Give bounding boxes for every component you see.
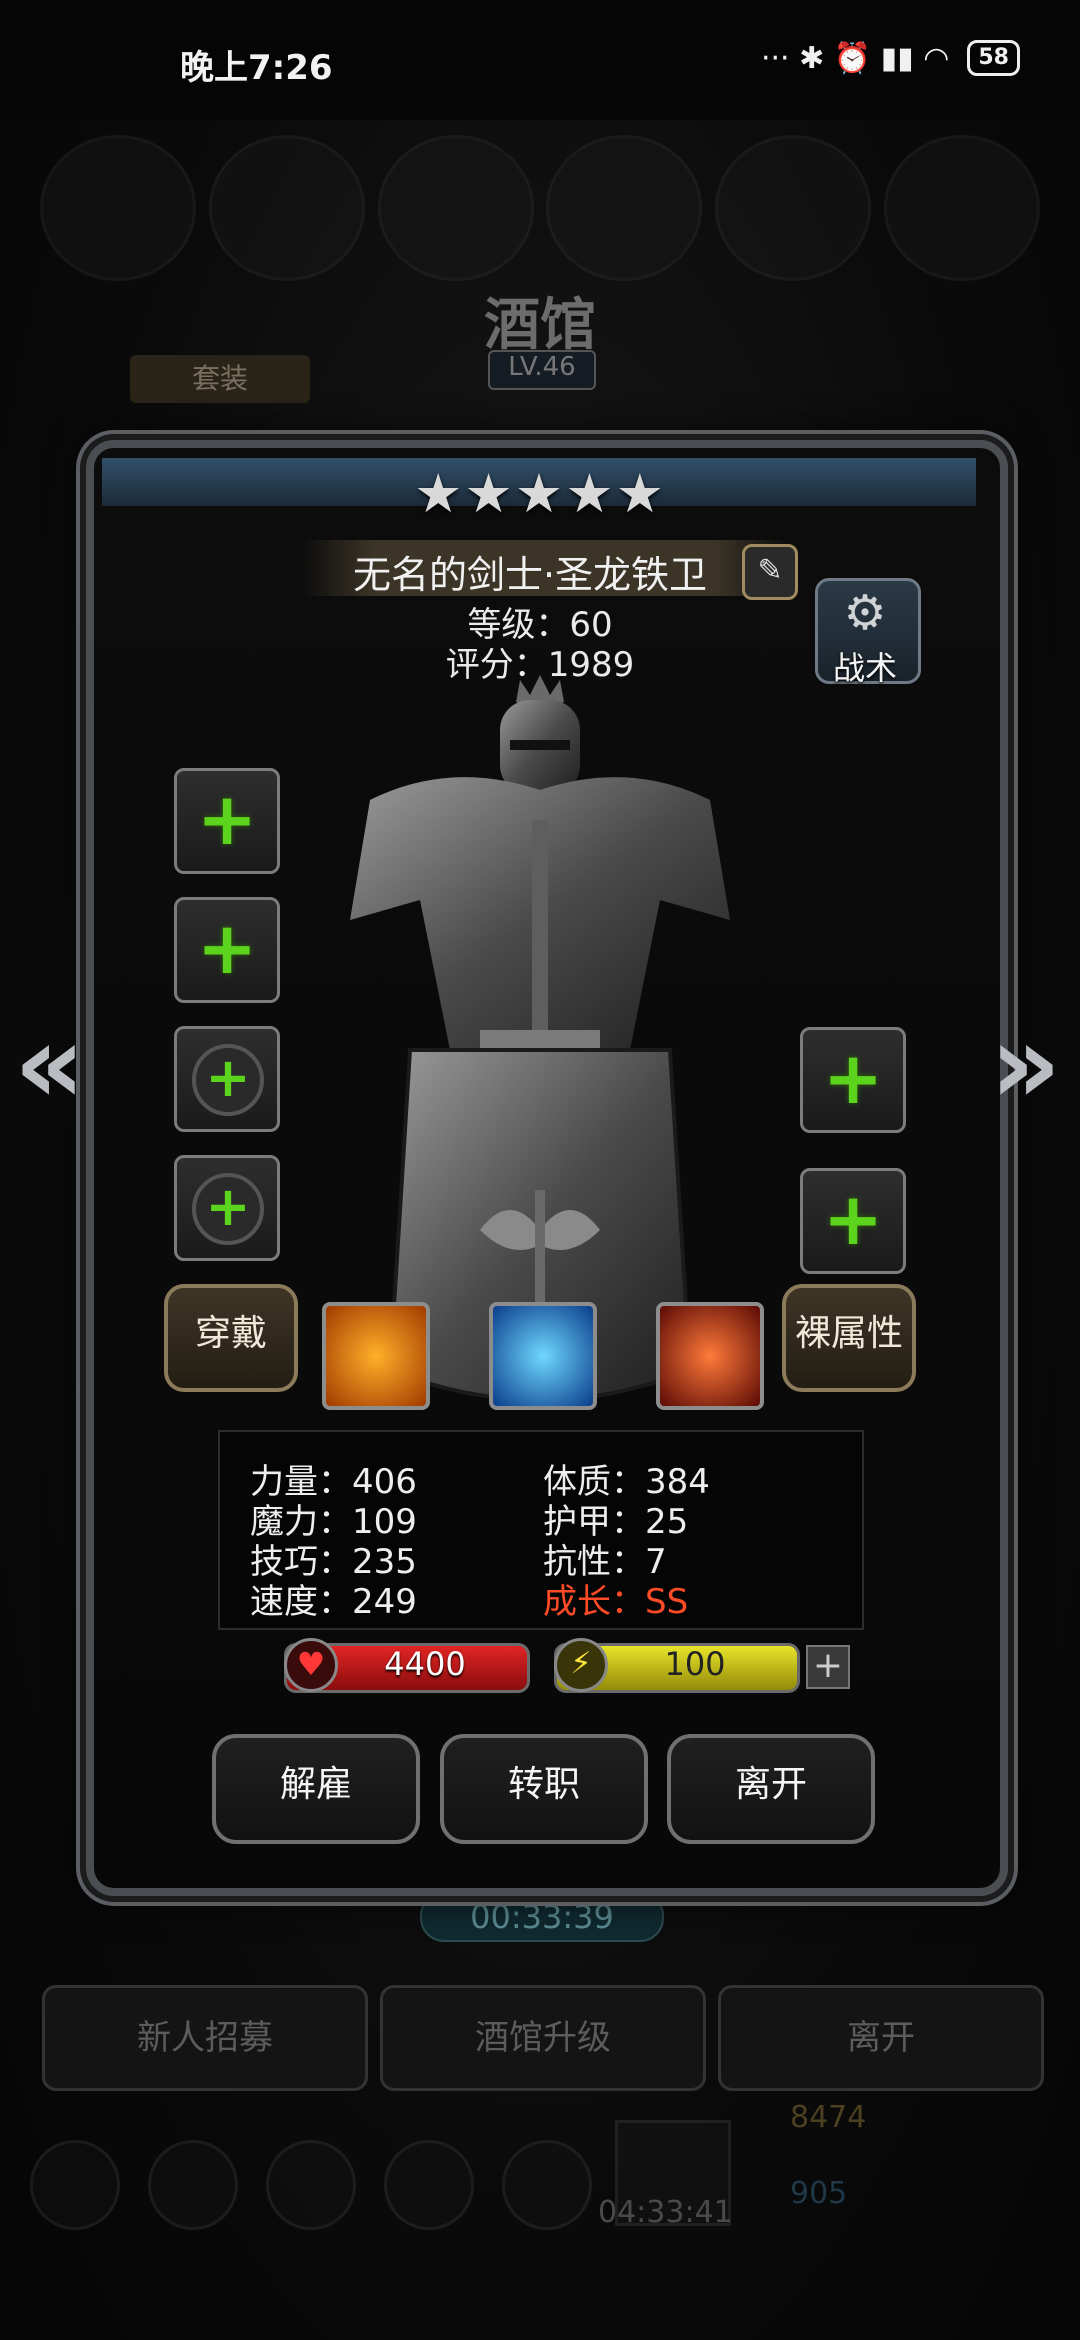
edit-icon[interactable]: ✎ — [742, 544, 798, 600]
tavern-timer: 00:33:39 — [420, 1892, 664, 1942]
plus-icon: + — [196, 777, 258, 861]
dismiss-button[interactable]: 解雇 — [212, 1734, 420, 1844]
gear-icon: ⚙ — [843, 585, 887, 641]
gold-amount: 8474 — [790, 2100, 867, 2135]
portrait-slot — [715, 135, 872, 281]
plus-icon: + — [822, 1177, 884, 1261]
nav-icon — [384, 2140, 474, 2230]
leave-tavern-button: 离开 — [718, 1985, 1044, 2091]
bottom-nav-icons — [30, 2140, 650, 2240]
status-time: 晚上7:26 — [180, 48, 333, 88]
battery-indicator: 58 — [967, 40, 1020, 76]
eye-skill-icon[interactable] — [489, 1302, 597, 1410]
energy-value: 100 — [664, 1645, 726, 1683]
armor-slot[interactable]: + — [174, 897, 280, 1003]
nav-icon — [30, 2140, 120, 2230]
status-icons: ··· ✱ ⏰ ▮▮ ◠ 58 — [761, 40, 1020, 76]
nav-icon — [502, 2140, 592, 2230]
upgrade-tavern-button: 酒馆升级 — [380, 1985, 706, 2091]
weapon-slot[interactable]: + — [174, 768, 280, 874]
leave-button[interactable]: 离开 — [667, 1734, 875, 1844]
portrait-slot — [40, 135, 196, 281]
tactics-label: 战术 — [832, 649, 897, 687]
portrait-slot — [377, 135, 534, 281]
stat-growth: 成长：SS — [543, 1582, 689, 1622]
portrait-slot — [546, 135, 703, 281]
hero-name: 无名的剑士·圣龙铁卫 — [352, 553, 708, 597]
plus-icon: + — [196, 906, 258, 990]
chest-timer: 04:33:41 — [598, 2195, 733, 2230]
nav-icon — [266, 2140, 356, 2230]
tavern-title: 酒馆 — [484, 293, 596, 358]
naked-attributes-button[interactable]: 裸属性 — [782, 1284, 916, 1392]
plus-icon: + — [205, 1175, 251, 1238]
ring-slot-plus: + — [192, 1173, 264, 1245]
arrow-right-icon[interactable]: » — [990, 1000, 1061, 1128]
gem-amount: 905 — [790, 2176, 848, 2211]
ring-slot-plus: + — [192, 1044, 264, 1116]
rune-slot-2[interactable]: + — [800, 1168, 906, 1274]
hp-value: 4400 — [384, 1645, 466, 1683]
slash-skill-icon[interactable] — [656, 1302, 764, 1410]
add-energy-button[interactable]: + — [806, 1645, 850, 1689]
stat-speed: 速度：249 — [250, 1582, 417, 1622]
background-hero-portraits — [40, 135, 1040, 285]
tavern-level: LV.46 — [488, 350, 596, 390]
portrait-slot — [208, 135, 365, 281]
nav-icon — [148, 2140, 238, 2230]
accessory-slot-2[interactable]: + — [174, 1155, 280, 1261]
accessory-slot-1[interactable]: + — [174, 1026, 280, 1132]
status-indicators: ··· ✱ ⏰ ▮▮ ◠ — [760, 40, 950, 76]
hero-stars: ★★★★★ — [413, 462, 667, 525]
recruit-button: 新人招募 — [42, 1985, 368, 2091]
portrait-slot — [883, 135, 1040, 281]
plus-icon: + — [822, 1036, 884, 1120]
plus-icon: + — [205, 1046, 251, 1109]
transfer-class-button[interactable]: 转职 — [440, 1734, 648, 1844]
equip-button[interactable]: 穿戴 — [164, 1284, 298, 1392]
shield-skill-icon[interactable] — [322, 1302, 430, 1410]
suit-tab: 套装 — [130, 355, 310, 403]
arrow-left-icon[interactable]: « — [14, 1000, 85, 1128]
rune-slot-1[interactable]: + — [800, 1027, 906, 1133]
